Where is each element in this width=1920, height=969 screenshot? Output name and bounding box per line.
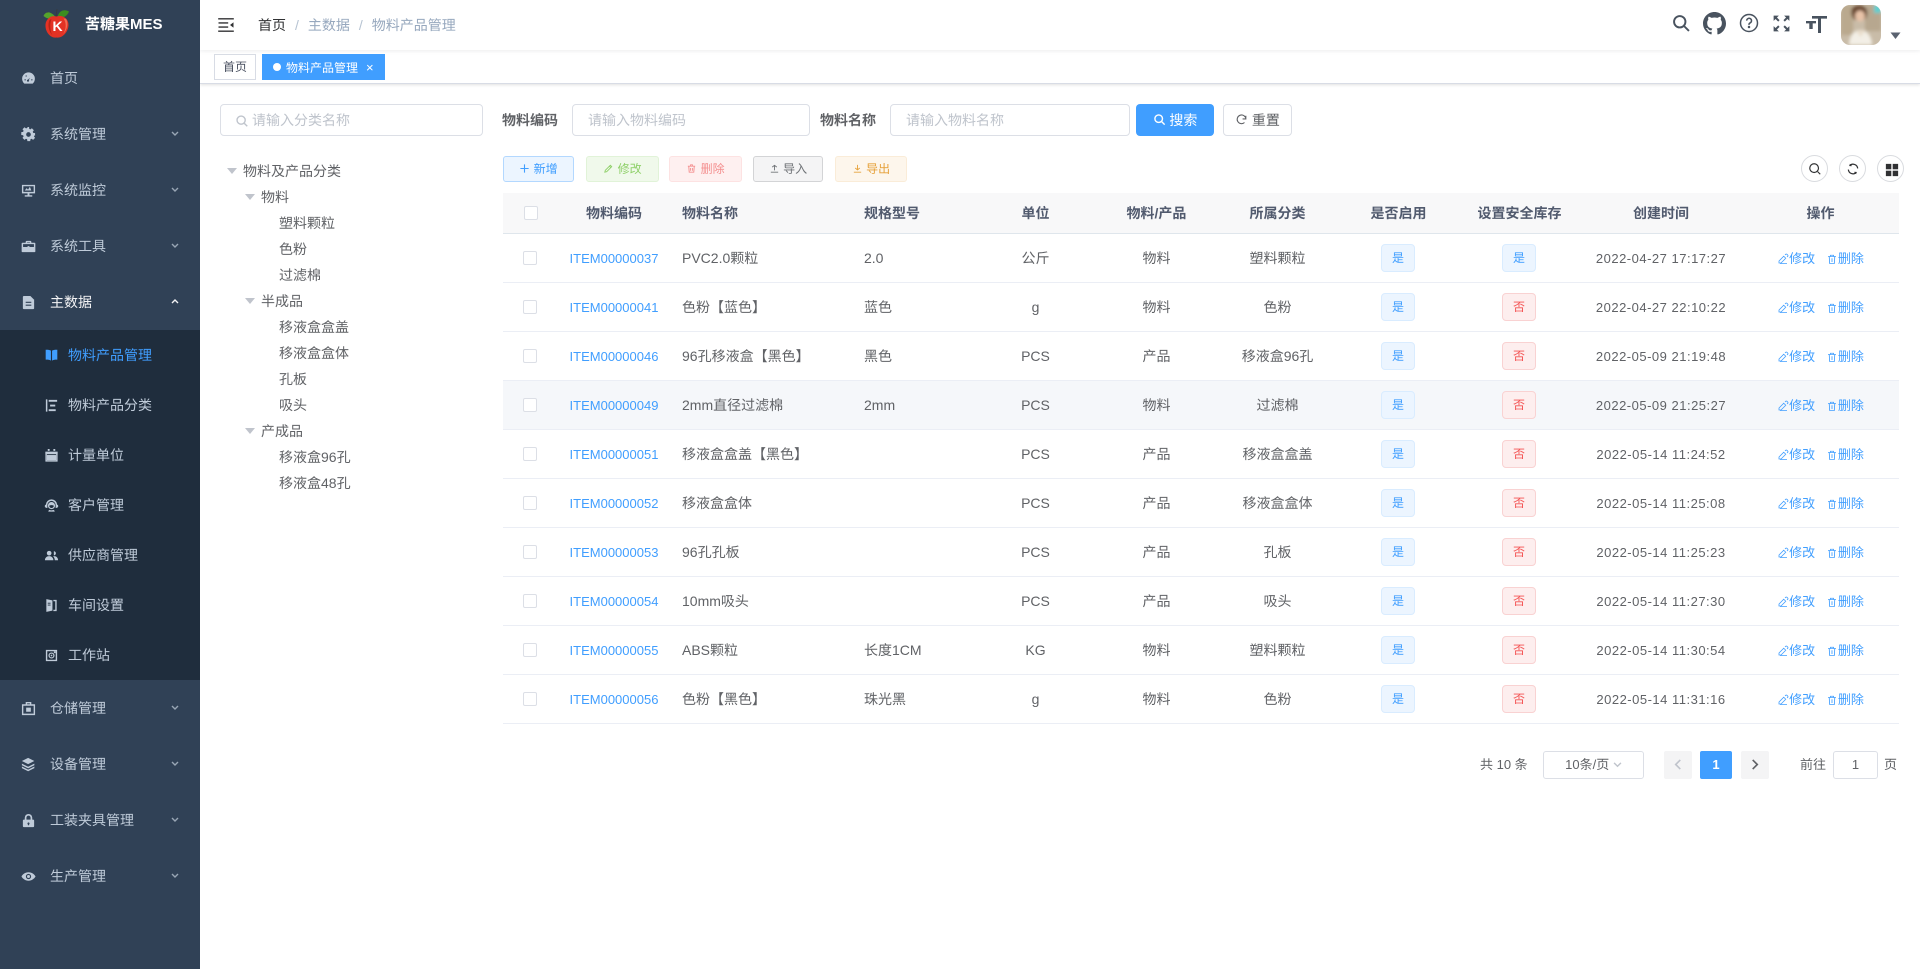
svg-text:K: K: [53, 18, 63, 34]
